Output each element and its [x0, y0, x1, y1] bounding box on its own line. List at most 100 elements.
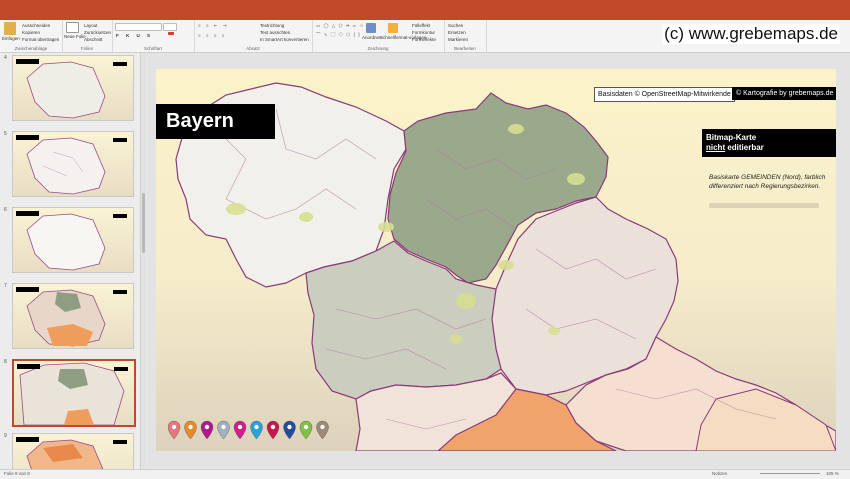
slide-thumbnail-selected[interactable] [12, 359, 136, 427]
thumbnail-number: 4 [4, 55, 7, 61]
font-name-input[interactable] [115, 23, 162, 31]
map-pin-icon [299, 420, 313, 440]
arrange-icon[interactable] [366, 23, 376, 33]
thumbnail-title [16, 211, 39, 216]
thumbnail-row[interactable]: 8 [0, 357, 140, 427]
copy-button[interactable]: Kopieren [22, 30, 40, 35]
quick-styles-icon[interactable] [388, 23, 398, 33]
thumbnail-number: 7 [4, 283, 7, 289]
thumbnail-info-box [114, 367, 128, 371]
font-color-icon[interactable] [168, 32, 174, 35]
group-drawing: ▭ ◯ △ ⬠ ➔ ▱ ☆ ⌒ ∿ ▢ ◇ ⬡ { } Anordnen Sch… [312, 20, 445, 52]
attribution-grebemaps: © Kartografie by grebemaps.de [732, 87, 836, 100]
group-paragraph: ≡ ≡ ⇤ ⇥ ≡ ≡ ≡ ≡ Textrichtung Text ausric… [194, 20, 313, 52]
text-direction-button[interactable]: Textrichtung [260, 23, 284, 28]
cut-button[interactable]: Ausschneiden [22, 23, 50, 28]
group-editing: Suchen Ersetzen Markieren Bearbeiten [444, 20, 487, 52]
group-font: F K U S Schriftart [112, 20, 195, 52]
info-line-2-underlined: nicht [706, 143, 726, 152]
group-clipboard: Einfügen Ausschneiden Kopieren Format üb… [0, 20, 63, 52]
slide-thumbnail[interactable] [12, 55, 134, 121]
group-label-editing: Bearbeiten [454, 46, 476, 51]
new-slide-button[interactable]: Neue Folie [64, 34, 86, 39]
group-label-paragraph: Absatz [246, 46, 260, 51]
thumbnail-info-box [113, 214, 127, 218]
thumbnail-info-box [113, 138, 127, 142]
map-pin-icon [184, 420, 197, 440]
attribution-osm: Basisdaten © OpenStreetMap-Mitwirkende [594, 87, 735, 102]
watermark: (c) www.grebemaps.de [662, 24, 840, 44]
map-pin-icon [233, 420, 247, 440]
color-pins [167, 419, 343, 444]
thumbnail-info-box [113, 62, 127, 66]
group-label-clipboard: Zwischenablage [14, 46, 48, 51]
outline-button[interactable]: Formkontur [412, 30, 435, 35]
thumbnail-title [16, 135, 39, 140]
effects-button[interactable]: Formeffekte [412, 37, 436, 42]
slide-thumbnail[interactable] [12, 433, 134, 469]
color-pin-icons [167, 420, 329, 440]
list-icons[interactable]: ≡ ≡ ⇤ ⇥ [198, 23, 229, 29]
group-label-drawing: Zeichnung [367, 46, 389, 51]
info-box[interactable]: Bitmap-Karte nicht editierbar [702, 129, 836, 157]
shapes-gallery-row2[interactable]: ⌒ ∿ ▢ ◇ ⬡ { } [316, 32, 361, 38]
smartart-button[interactable]: In SmartArt konvertieren [260, 37, 309, 42]
group-slides: Neue Folie Layout Zurücksetzen Abschnitt… [62, 20, 113, 52]
map-pin-icon [266, 420, 280, 440]
group-label-font: Schriftart [143, 46, 162, 51]
select-button[interactable]: Markieren [448, 37, 468, 42]
slide[interactable]: Basisdaten © OpenStreetMap-Mitwirkende ©… [156, 69, 836, 451]
map-pin-icon [283, 420, 296, 440]
thumbnail-number: 6 [4, 207, 7, 213]
fill-button[interactable]: Fülleffekt [412, 23, 430, 28]
slide-thumbnail-panel[interactable]: 4 5 6 7 8 9 [0, 53, 141, 469]
new-slide-icon[interactable] [66, 22, 79, 33]
notes-button[interactable]: Notizen [712, 471, 727, 476]
map-pin-icon [250, 420, 263, 440]
map-pin-icon [200, 420, 214, 440]
thumbnail-title [16, 437, 39, 442]
align-text-button[interactable]: Text ausrichten [260, 30, 290, 35]
layout-button[interactable]: Layout [84, 23, 98, 28]
map-pin-icon [167, 420, 181, 440]
slide-editing-area[interactable]: Basisdaten © OpenStreetMap-Mitwirkende ©… [147, 53, 850, 469]
title-bar [0, 0, 850, 20]
find-button[interactable]: Suchen [448, 23, 463, 28]
thumbnail-row[interactable]: 5 [0, 129, 140, 197]
slide-title[interactable]: Bayern [156, 104, 275, 139]
scrollbar-thumb[interactable] [142, 193, 145, 253]
slide-thumbnail[interactable] [12, 207, 134, 273]
slide-counter: Folie 8 von 8 [4, 471, 30, 476]
slide-thumbnail[interactable] [12, 283, 134, 349]
align-icons[interactable]: ≡ ≡ ≡ ≡ [198, 33, 226, 38]
shapes-gallery[interactable]: ▭ ◯ △ ⬠ ➔ ▱ ☆ [316, 23, 364, 29]
replace-button[interactable]: Ersetzen [448, 30, 466, 35]
map-pin-icon [316, 420, 329, 440]
arrange-button[interactable]: Anordnen [362, 35, 382, 40]
thumbnail-row[interactable]: 6 [0, 205, 140, 273]
font-style-buttons[interactable]: F K U S [116, 33, 153, 38]
thumbnail-title [17, 364, 40, 369]
reset-button[interactable]: Zurücksetzen [84, 30, 111, 35]
group-label-slides: Folien [80, 46, 94, 51]
info-line-2-rest: editierbar [725, 143, 764, 152]
blurred-text [709, 203, 819, 208]
map-description[interactable]: Basiskarte GEMEINDEN (Nord), farblich di… [709, 173, 834, 191]
font-size-input[interactable] [163, 23, 177, 31]
thumbnail-row[interactable]: 9 [0, 431, 140, 469]
zoom-level[interactable]: 105 % [826, 471, 839, 476]
paste-button[interactable]: Einfügen [2, 36, 20, 41]
info-line-1: Bitmap-Karte [706, 133, 757, 142]
paste-icon[interactable] [4, 22, 16, 35]
thumbnail-row[interactable]: 4 [0, 53, 140, 121]
section-button[interactable]: Abschnitt [84, 37, 103, 42]
thumbnail-info-box [113, 440, 127, 444]
thumbnail-row[interactable]: 7 [0, 281, 140, 349]
zoom-slider[interactable] [760, 473, 820, 474]
info-line-2: nicht editierbar [706, 143, 832, 153]
thumbnail-number: 5 [4, 131, 7, 137]
format-painter-button[interactable]: Format übertragen [22, 37, 59, 42]
slide-thumbnail[interactable] [12, 131, 134, 197]
thumbnail-scrollbar[interactable] [141, 53, 146, 469]
thumbnail-info-box [113, 290, 127, 294]
